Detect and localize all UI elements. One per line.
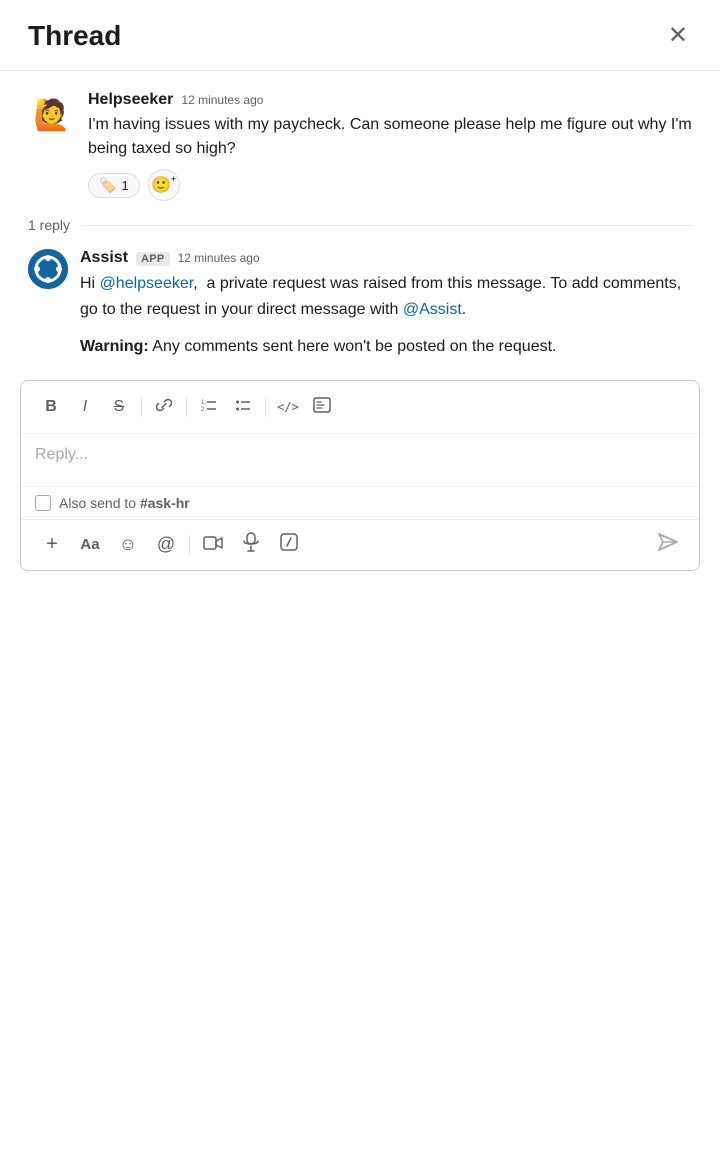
divider-line: [82, 225, 692, 226]
bold-icon: B: [45, 398, 57, 416]
assist-message-text: Hi @helpseeker, a private request was ra…: [80, 271, 692, 322]
avatar-helpseeker: 🙋: [28, 91, 76, 139]
message-body-helpseeker: Helpseeker 12 minutes ago I'm having iss…: [88, 91, 692, 201]
assist-body-part2: .: [462, 301, 466, 318]
add-reaction-button[interactable]: 🙂+: [148, 169, 180, 201]
message-helpseeker: 🙋 Helpseeker 12 minutes ago I'm having i…: [28, 91, 692, 201]
reply-input-area[interactable]: Reply...: [21, 434, 699, 486]
toolbar-divider-3: [265, 397, 266, 417]
mention-button[interactable]: @: [149, 528, 183, 562]
close-button[interactable]: ✕: [664, 20, 692, 52]
warning-label: Warning:: [80, 338, 149, 355]
video-icon: [203, 534, 223, 555]
plus-icon: +: [46, 533, 58, 556]
unordered-list-button[interactable]: [227, 391, 259, 423]
svg-text:1.: 1.: [201, 400, 206, 406]
avatar-assist: [28, 249, 68, 289]
strikethrough-button[interactable]: S: [103, 391, 135, 423]
reaction-emoji: 🏷️: [99, 177, 116, 194]
reactions-helpseeker: 🏷️ 1 🙂+: [88, 169, 692, 201]
link-button[interactable]: [148, 391, 180, 423]
add-button[interactable]: +: [35, 528, 69, 562]
send-to-label: Also send to #ask-hr: [59, 495, 190, 511]
strikethrough-icon: S: [114, 398, 125, 416]
format-text-button[interactable]: Aa: [73, 528, 107, 562]
at-icon: @: [157, 534, 175, 555]
reaction-count: 1: [121, 178, 128, 193]
sender-name-assist: Assist: [80, 249, 128, 267]
toolbar-divider-1: [141, 397, 142, 417]
italic-button[interactable]: I: [69, 391, 101, 423]
message-header-assist: Assist APP 12 minutes ago: [80, 249, 692, 267]
add-reaction-icon: 🙂+: [151, 175, 176, 195]
warning-text: Warning: Any comments sent here won't be…: [80, 334, 692, 360]
message-text-helpseeker: I'm having issues with my paycheck. Can …: [88, 113, 692, 161]
code-button[interactable]: </>: [272, 391, 304, 423]
unordered-list-icon: [235, 397, 251, 417]
reaction-ticket-button[interactable]: 🏷️ 1: [88, 173, 140, 198]
message-header-helpseeker: Helpseeker 12 minutes ago: [88, 91, 692, 109]
code-block-icon: [313, 397, 331, 417]
replies-count: 1 reply: [28, 217, 70, 233]
toolbar-divider-2: [186, 397, 187, 417]
replies-divider: 1 reply: [28, 217, 692, 233]
sender-name-helpseeker: Helpseeker: [88, 91, 173, 109]
reply-actions-bar: + Aa ☺ @: [21, 519, 699, 570]
microphone-icon: [243, 532, 259, 557]
messages-area: 🙋 Helpseeker 12 minutes ago I'm having i…: [0, 71, 720, 360]
format-text-icon: Aa: [80, 536, 99, 553]
send-to-channel-row: Also send to #ask-hr: [21, 486, 699, 519]
code-block-button[interactable]: [306, 391, 338, 423]
thread-header: Thread ✕: [0, 0, 720, 71]
app-badge: APP: [136, 252, 170, 266]
channel-name: #ask-hr: [140, 495, 190, 511]
send-button[interactable]: [651, 528, 685, 562]
send-to-channel-checkbox[interactable]: [35, 495, 51, 511]
message-assist: Assist APP 12 minutes ago Hi @helpseeker…: [28, 249, 692, 360]
bold-button[interactable]: B: [35, 391, 67, 423]
italic-icon: I: [83, 398, 87, 416]
link-icon: [156, 397, 172, 417]
ordered-list-button[interactable]: 1. 2.: [193, 391, 225, 423]
timestamp-helpseeker: 12 minutes ago: [181, 93, 263, 107]
warning-body: Any comments sent here won't be posted o…: [149, 338, 557, 355]
slash-command-button[interactable]: [272, 528, 306, 562]
timestamp-assist: 12 minutes ago: [178, 251, 260, 265]
audio-button[interactable]: [234, 528, 268, 562]
actions-divider: [189, 535, 190, 555]
reply-placeholder[interactable]: Reply...: [35, 446, 685, 464]
page-title: Thread: [28, 20, 121, 52]
send-icon: [658, 533, 678, 556]
mention-assist[interactable]: @Assist: [403, 301, 462, 318]
message-body-assist: Assist APP 12 minutes ago Hi @helpseeker…: [80, 249, 692, 360]
mention-helpseeker[interactable]: @helpseeker: [100, 275, 194, 292]
ordered-list-icon: 1. 2.: [201, 397, 217, 417]
slash-icon: [280, 533, 298, 556]
svg-text:2.: 2.: [201, 407, 206, 413]
code-icon: </>: [277, 400, 299, 414]
emoji-button[interactable]: ☺: [111, 528, 145, 562]
reply-box: B I S 1. 2.: [20, 380, 700, 571]
reply-toolbar: B I S 1. 2.: [21, 381, 699, 434]
video-button[interactable]: [196, 528, 230, 562]
emoji-icon: ☺: [119, 534, 137, 555]
send-to-text: Also send to: [59, 495, 136, 511]
